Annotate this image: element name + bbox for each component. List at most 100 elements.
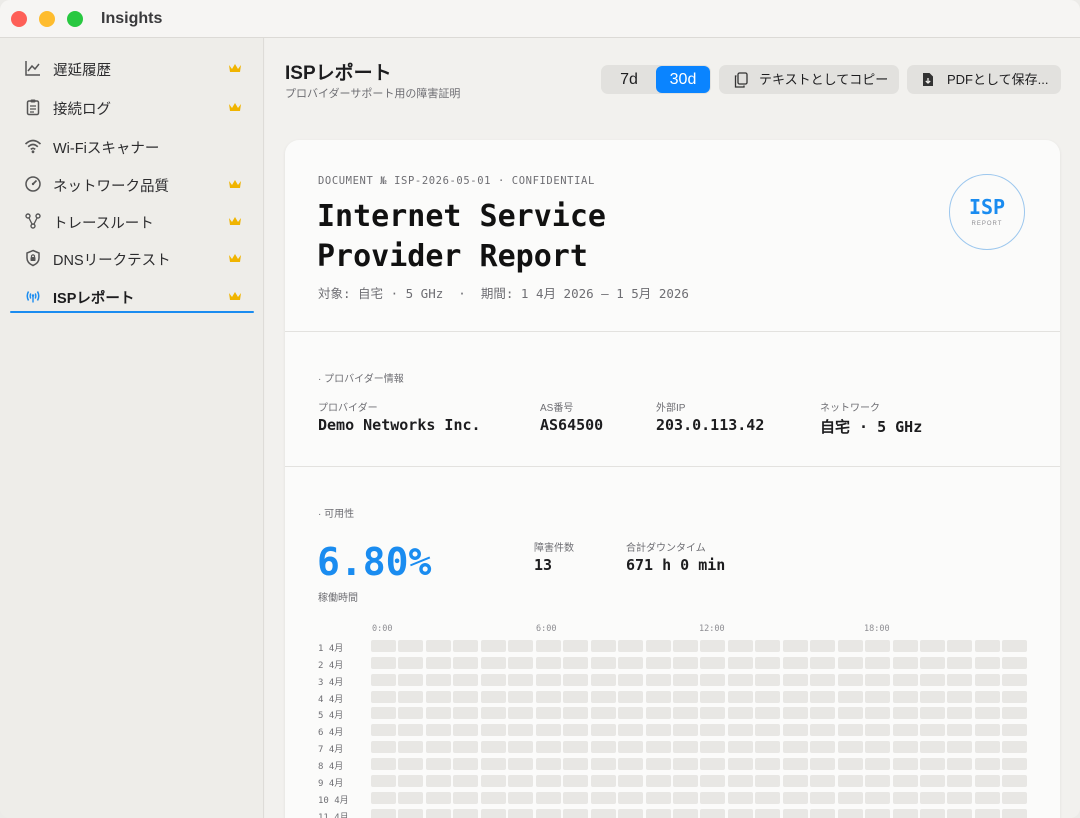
sidebar-item-dns-leak-test[interactable]: DNSリークテスト bbox=[10, 242, 254, 274]
heatmap-cell bbox=[947, 774, 973, 787]
heatmap-cell bbox=[727, 808, 753, 818]
heatmap-cell bbox=[508, 673, 534, 686]
page-subtitle: プロバイダーサポート用の障害証明 bbox=[285, 88, 461, 100]
heatmap-cell bbox=[865, 791, 891, 804]
heatmap-cell bbox=[837, 690, 863, 703]
heatmap-cell bbox=[1002, 640, 1028, 652]
heatmap-cell bbox=[398, 774, 424, 787]
copy-as-text-button[interactable]: テキストとしてコピー bbox=[719, 65, 899, 94]
heatmap-cell bbox=[810, 791, 836, 804]
heatmap-cell bbox=[618, 808, 644, 818]
heatmap-day-label: 3 4月 bbox=[318, 677, 344, 688]
sidebar-item-traceroute[interactable]: トレースルート bbox=[10, 205, 254, 237]
save-as-pdf-button[interactable]: PDFとして保存... bbox=[907, 65, 1061, 94]
network-label: ネットワーク bbox=[820, 403, 880, 414]
network-value: 自宅 · 5 GHz bbox=[820, 418, 923, 436]
heatmap-cell bbox=[892, 791, 918, 804]
sidebar-item-wifi-scanner[interactable]: Wi-Fiスキャナー bbox=[10, 130, 254, 162]
close-window-button[interactable] bbox=[11, 11, 27, 27]
heatmap-cell bbox=[837, 640, 863, 652]
heatmap-cell bbox=[480, 673, 506, 686]
heatmap-cell bbox=[398, 690, 424, 703]
heatmap-cell bbox=[782, 741, 808, 754]
heatmap-cell bbox=[672, 808, 698, 818]
heatmap-cell bbox=[700, 724, 726, 737]
heatmap-cell bbox=[865, 673, 891, 686]
heatmap-cell bbox=[865, 724, 891, 737]
heatmap-cell bbox=[920, 656, 945, 669]
document-number: DOCUMENT № ISP-2026-05-01 · CONFIDENTIAL bbox=[318, 175, 595, 187]
heatmap-cell bbox=[535, 724, 561, 737]
sidebar-item-label: DNSリークテスト bbox=[53, 253, 171, 269]
heatmap-cell bbox=[947, 673, 973, 686]
heatmap-cell bbox=[535, 673, 561, 686]
heatmap-cell bbox=[810, 656, 836, 669]
heatmap-cell bbox=[590, 741, 616, 754]
heatmap-cell bbox=[618, 690, 644, 703]
heatmap-cell bbox=[563, 690, 589, 703]
heatmap-cell bbox=[371, 791, 396, 804]
heatmap-cell bbox=[810, 757, 836, 770]
heatmap-cell bbox=[700, 808, 726, 818]
heatmap-day-label: 2 4月 bbox=[318, 660, 344, 671]
heatmap-cell bbox=[618, 774, 644, 787]
heatmap-cell bbox=[563, 640, 589, 652]
heatmap-cell bbox=[371, 808, 396, 818]
heatmap-cell bbox=[535, 656, 561, 669]
heatmap-cell bbox=[563, 741, 589, 754]
heatmap-cell bbox=[453, 724, 479, 737]
heatmap-cell bbox=[920, 757, 945, 770]
heatmap-cell bbox=[782, 808, 808, 818]
stamp-sub-text: REPORT bbox=[971, 221, 1003, 227]
heatmap-cell bbox=[755, 640, 781, 652]
page-title: ISPレポート bbox=[285, 63, 392, 84]
sidebar-item-connection-log[interactable]: 接続ログ bbox=[10, 91, 254, 123]
heatmap-cell bbox=[453, 640, 479, 652]
report-card: DOCUMENT № ISP-2026-05-01 · CONFIDENTIAL… bbox=[285, 140, 1060, 818]
heatmap-cell bbox=[480, 741, 506, 754]
minimize-window-button[interactable] bbox=[39, 11, 55, 27]
heatmap-cell bbox=[398, 656, 424, 669]
range-7d-button[interactable]: 7d bbox=[602, 66, 656, 93]
heatmap-cell bbox=[892, 707, 918, 720]
heatmap-cell bbox=[398, 791, 424, 804]
heatmap-cell bbox=[672, 774, 698, 787]
range-30d-button[interactable]: 30d bbox=[656, 66, 710, 93]
uptime-percentage: 6.80% bbox=[317, 540, 432, 584]
heatmap-cell bbox=[590, 724, 616, 737]
heatmap-cell bbox=[755, 673, 781, 686]
heatmap-cell bbox=[727, 774, 753, 787]
heatmap-cell bbox=[398, 640, 424, 652]
maximize-window-button[interactable] bbox=[67, 11, 83, 27]
heatmap-cell bbox=[371, 640, 396, 652]
heatmap-cell bbox=[453, 673, 479, 686]
heatmap-cell bbox=[398, 741, 424, 754]
report-title: Internet Service Provider Report bbox=[317, 199, 606, 274]
heatmap-cell bbox=[508, 724, 534, 737]
heatmap-cell bbox=[645, 724, 671, 737]
heatmap-day-label: 7 4月 bbox=[318, 745, 344, 756]
heatmap-cell bbox=[425, 774, 451, 787]
incidents-value: 13 bbox=[534, 556, 553, 574]
heatmap-cell bbox=[837, 673, 863, 686]
heatmap-cell bbox=[892, 724, 918, 737]
external-ip-label: 外部IP bbox=[656, 403, 686, 414]
sidebar-item-isp-report[interactable]: ISPレポート bbox=[10, 280, 254, 312]
heatmap-cell bbox=[480, 656, 506, 669]
heatmap-cell bbox=[453, 690, 479, 703]
heatmap-cell bbox=[782, 707, 808, 720]
heatmap-cell bbox=[974, 690, 1000, 703]
heatmap-cell bbox=[508, 808, 534, 818]
heatmap-cell bbox=[480, 707, 506, 720]
heatmap-cell bbox=[974, 724, 1000, 737]
uptime-label: 稼働時間 bbox=[318, 593, 358, 604]
heatmap-hour-label: 12:00 bbox=[699, 624, 725, 634]
heatmap-cell bbox=[508, 741, 534, 754]
heatmap-cell bbox=[755, 690, 781, 703]
sidebar-item-network-quality[interactable]: ネットワーク品質 bbox=[10, 168, 254, 200]
heatmap-cell bbox=[453, 774, 479, 787]
heatmap-cell bbox=[453, 707, 479, 720]
sidebar-item-label: 接続ログ bbox=[53, 102, 111, 118]
heatmap-cell bbox=[865, 640, 891, 652]
sidebar-item-latency-history[interactable]: 遅延履歴 bbox=[10, 52, 254, 84]
